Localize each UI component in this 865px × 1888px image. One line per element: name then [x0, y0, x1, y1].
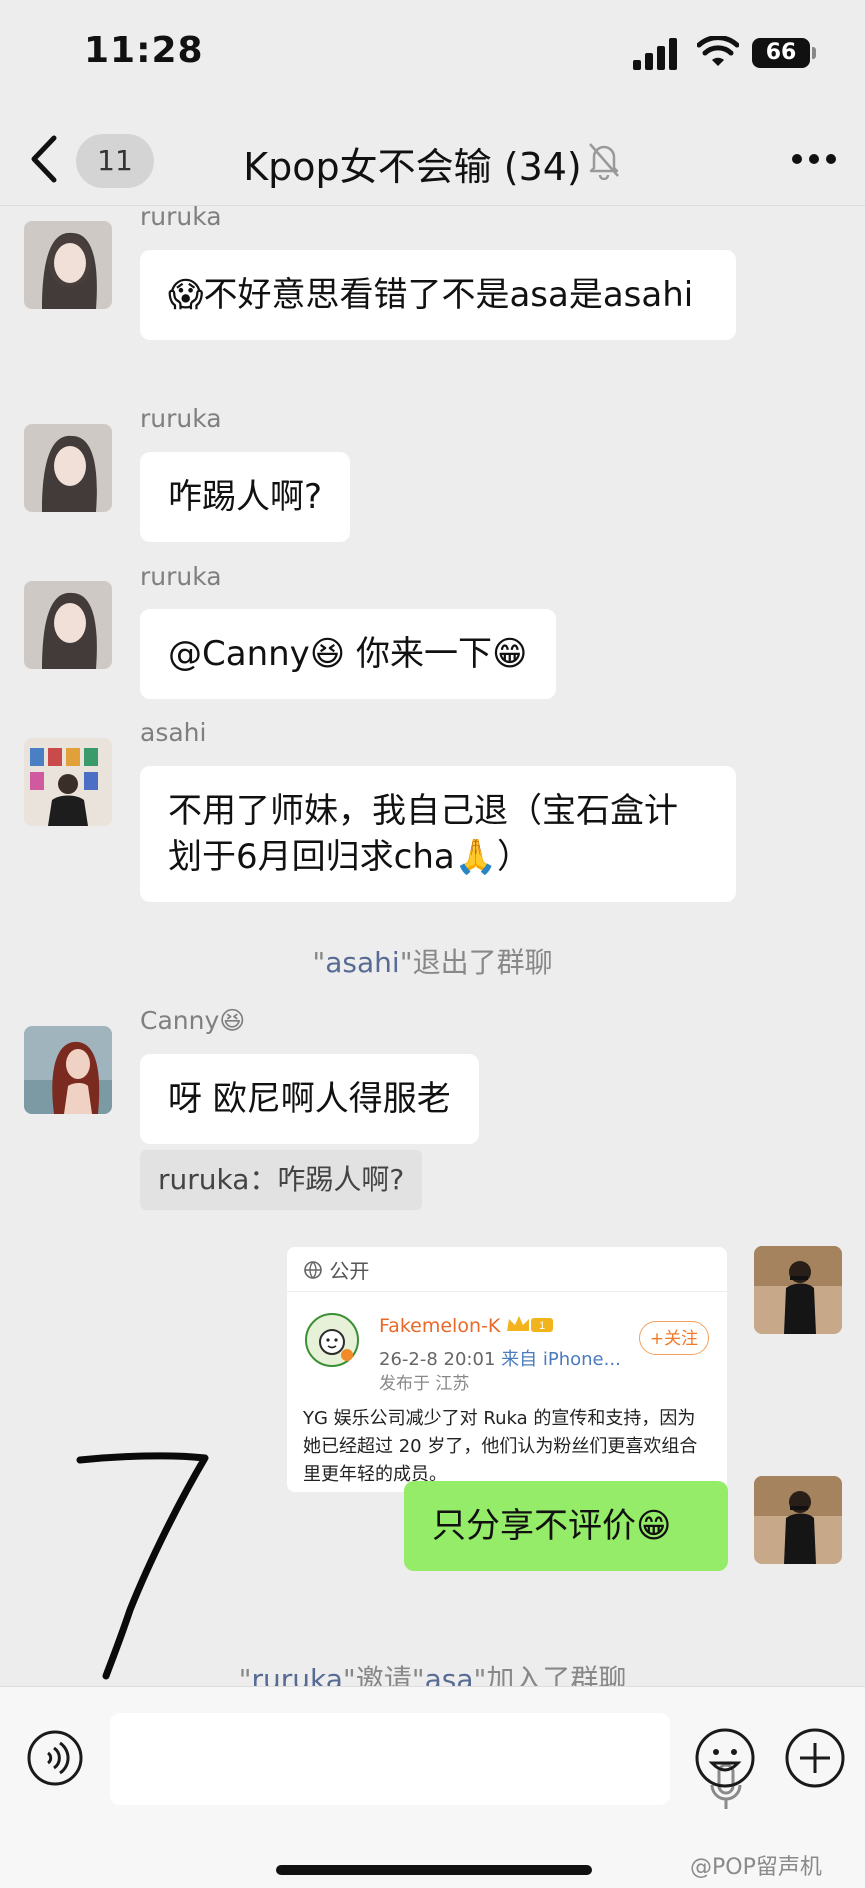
avatar-ruruka[interactable]: [24, 581, 112, 669]
message-bubble[interactable]: 😱不好意思看错了不是asa是asahi: [140, 250, 736, 340]
svg-text:1: 1: [539, 1320, 545, 1332]
message-list[interactable]: ruruka 😱不好意思看错了不是asa是asahi ruruka 咋踢人啊? …: [0, 206, 865, 1686]
avatar-asahi[interactable]: [24, 738, 112, 826]
globe-icon: [304, 1260, 322, 1279]
watermark: @POP留声机: [690, 1855, 822, 1880]
quoted-message[interactable]: ruruka：咋踢人啊?: [140, 1150, 423, 1210]
wifi-icon: [697, 36, 739, 66]
weibo-post-body: YG 娱乐公司减少了对 Ruka 的宣传和支持，因为她已经超过 20 岁了，他们…: [303, 1408, 698, 1485]
battery-tip: [812, 47, 816, 59]
message-bubble[interactable]: 呀 欧尼啊人得服老: [140, 1054, 479, 1144]
system-notice-left: "asahi"退出了群聊: [0, 941, 865, 981]
avatar-canny[interactable]: [24, 1026, 112, 1114]
weibo-post-location: 发布于 江苏: [379, 1374, 470, 1394]
follow-button[interactable]: +关注: [639, 1321, 709, 1355]
quote-mark: ": [312, 946, 326, 979]
member-name[interactable]: ruruka: [251, 1663, 342, 1686]
notice-text: "邀请": [342, 1663, 425, 1686]
notice-text: "加入了群聊: [473, 1663, 627, 1686]
avatar-ruruka[interactable]: [24, 221, 112, 309]
member-name[interactable]: asahi: [325, 946, 399, 979]
status-time: 11:28: [84, 30, 204, 71]
quote-mark: ": [238, 1663, 252, 1686]
system-notice-invite: "ruruka"邀请"asa"加入了群聊: [0, 1658, 865, 1686]
chat-title[interactable]: Kpop女不会输 (34): [243, 136, 582, 191]
weibo-post-device[interactable]: 来自 iPhone...: [501, 1349, 621, 1370]
sender-name: Canny😆: [140, 1006, 246, 1035]
avatar-self[interactable]: [754, 1476, 842, 1564]
more-icon[interactable]: [790, 152, 838, 166]
avatar-self[interactable]: [754, 1246, 842, 1334]
status-bar: 11:28 66: [0, 0, 865, 110]
plus-icon[interactable]: [784, 1727, 846, 1789]
message-bubble-self[interactable]: 只分享不评价😁: [404, 1481, 728, 1571]
notice-text: 退出了群聊: [412, 946, 553, 979]
bell-muted-icon: [589, 143, 619, 180]
message-bubble[interactable]: 不用了师妹，我自己退（宝石盒计划于6月回归求cha🙏）: [140, 766, 736, 902]
chat-header: 11 Kpop女不会输 (34): [0, 110, 865, 205]
sender-name: ruruka: [140, 404, 222, 433]
weibo-post-meta: 26-2-8 20:01 来自 iPhone...: [379, 1345, 621, 1371]
cellular-signal-icon: [633, 38, 677, 70]
shared-weibo-card[interactable]: 公开 Fakemelon-K 1 +关注 26-2-8 20:01 来自 iPh…: [287, 1247, 727, 1492]
weibo-author-avatar[interactable]: [305, 1313, 359, 1367]
sender-name: ruruka: [140, 206, 222, 231]
sender-name: asahi: [140, 718, 207, 747]
quote-mark: ": [399, 946, 413, 979]
card-divider: [287, 1291, 727, 1292]
message-bubble[interactable]: 咋踢人啊?: [140, 452, 351, 542]
member-name[interactable]: asa: [425, 1663, 474, 1686]
vip-crown-icon: 1: [507, 1316, 553, 1332]
sender-name: ruruka: [140, 562, 222, 591]
visibility-row: 公开: [303, 1255, 369, 1284]
avatar-ruruka[interactable]: [24, 424, 112, 512]
visibility-label: 公开: [329, 1259, 370, 1283]
home-indicator[interactable]: [276, 1865, 592, 1875]
emoji-icon[interactable]: [694, 1727, 756, 1789]
message-input[interactable]: [110, 1713, 742, 1809]
chat-title-wrap: Kpop女不会输 (34): [0, 136, 865, 191]
voice-icon[interactable]: [26, 1729, 84, 1787]
weibo-author-name[interactable]: Fakemelon-K: [379, 1315, 500, 1337]
weibo-post-date: 26-2-8 20:01: [379, 1349, 496, 1370]
battery-level: 66: [752, 38, 810, 68]
message-bubble[interactable]: @Canny😆 你来一下😁: [140, 609, 556, 699]
